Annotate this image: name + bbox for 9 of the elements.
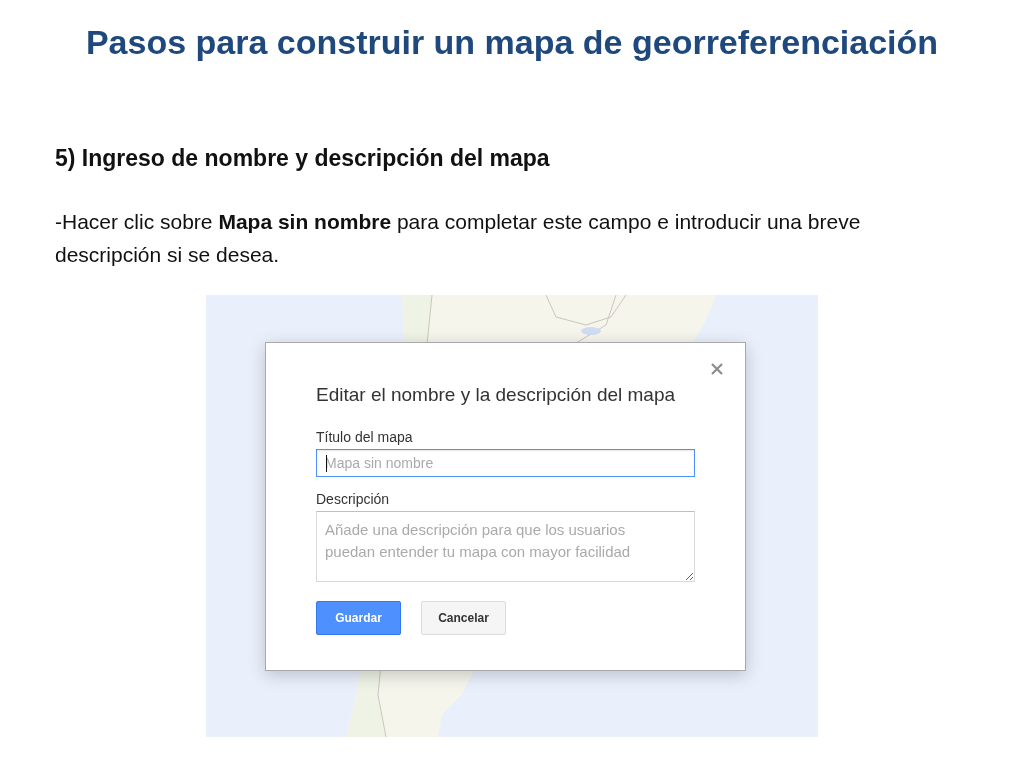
close-icon[interactable]	[711, 363, 723, 375]
field-label: Descripción	[316, 491, 391, 508]
field-label: Título del mapa	[316, 429, 414, 446]
description-textarea[interactable]: Añade una descripción para que los usuarios puedan entender tu mapa con mayor facilidad	[316, 511, 695, 582]
slide-title: Pasos para construir un mapa de georreferenciación	[85, 22, 939, 63]
step-heading: 5) Ingreso de nombre y descripción del mapa	[55, 144, 550, 173]
cancel-button[interactable]: Cancelar	[421, 601, 506, 635]
dialog-title: Editar el nombre y la descripción del mapa	[316, 383, 677, 407]
instruction-text: -Hacer clic sobre Mapa sin nombre para completar este campo e introducir una breve descripción si se desea.	[55, 209, 862, 268]
